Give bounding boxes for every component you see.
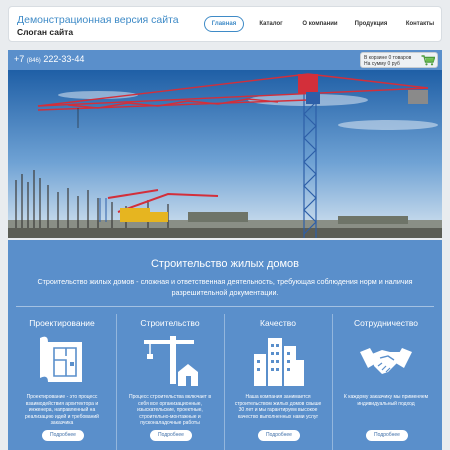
section-description: Строительство жилых домов - сложная и от… [37,277,413,297]
cart-icon [421,55,435,66]
phone-number: +7 (846) 222-33-44 [14,54,84,64]
feature-text: Процесс строительства включает в себя вс… [128,394,211,426]
phone-prefix: +7 [14,54,25,64]
blueprint-icon [40,336,82,382]
nav-item-products[interactable]: Продукция [352,16,390,32]
feature-text: Наша компания занимается строительством … [234,394,322,420]
services-section: Строительство жилых домов Строительство … [8,240,442,450]
feature-text: Проектирование - это процесс взаимодейст… [25,394,99,426]
main-nav: Главная Каталог О компании Продукция Кон… [204,16,438,32]
more-button[interactable]: Подробнее [42,430,84,441]
site-header: Демонстрационная версия сайта Слоган сай… [8,6,442,42]
buildings-icon [254,338,304,386]
site-slogan: Слоган сайта [17,27,74,37]
more-button[interactable]: Подробнее [258,430,300,441]
section-title: Строительство жилых домов [150,258,300,270]
cart-widget[interactable]: В корзине 0 товаров На сумму 0 руб [360,52,438,68]
contact-bar: +7 (846) 222-33-44 В корзине 0 товаров Н… [8,50,442,70]
feature-design: Проектирование Проектирование - это проц… [8,312,116,450]
feature-title: Строительство [140,318,200,328]
phone-digits: 222-33-44 [43,54,85,64]
nav-item-about[interactable]: О компании [300,16,340,32]
construction-site-illustration [8,70,442,238]
feature-cooperation: Сотрудничество К каждому заказчику мы пр… [332,312,440,450]
crane-house-icon [144,336,198,386]
more-button[interactable]: Подробнее [366,430,408,441]
section-divider [16,306,434,307]
nav-item-catalog[interactable]: Каталог [256,16,286,32]
feature-title: Проектирование [29,318,95,328]
feature-title: Качество [260,318,296,328]
handshake-icon [360,348,412,374]
site-title[interactable]: Демонстрационная версия сайта [17,14,179,26]
feature-quality: Качество Наша компания занимается строит… [224,312,332,450]
more-button[interactable]: Подробнее [150,430,192,441]
nav-item-contacts[interactable]: Контакты [402,16,438,32]
hero-image [8,70,442,238]
feature-title: Сотрудничество [353,318,419,328]
phone-code: (846) [26,58,41,64]
feature-text: К каждому заказчику мы применяем индивид… [343,394,429,407]
cart-total: На сумму 0 руб [364,61,400,67]
nav-item-home[interactable]: Главная [204,16,244,32]
feature-construction: Строительство Процесс строительства вклю… [116,312,224,450]
